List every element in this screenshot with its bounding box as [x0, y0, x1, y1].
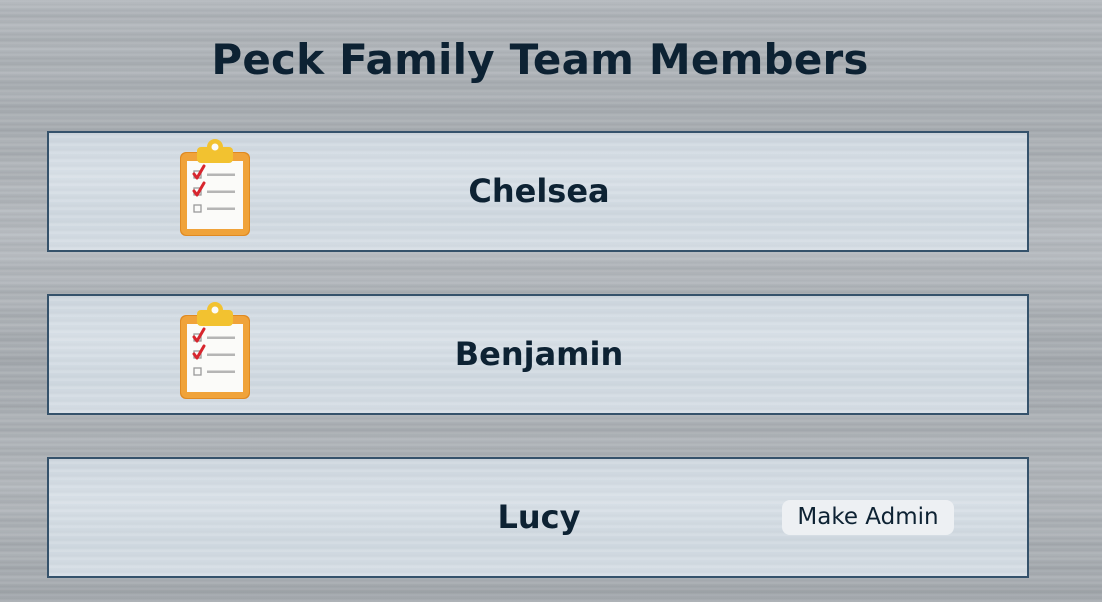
member-name: Chelsea: [468, 172, 610, 210]
page-title: Peck Family Team Members: [211, 35, 869, 84]
member-card-benjamin[interactable]: Benjamin: [47, 294, 1029, 415]
make-admin-button[interactable]: Make Admin: [782, 500, 954, 535]
member-card-chelsea[interactable]: Chelsea: [47, 131, 1029, 252]
member-name: Benjamin: [454, 335, 624, 373]
member-card-lucy[interactable]: Lucy Make Admin: [47, 457, 1029, 578]
